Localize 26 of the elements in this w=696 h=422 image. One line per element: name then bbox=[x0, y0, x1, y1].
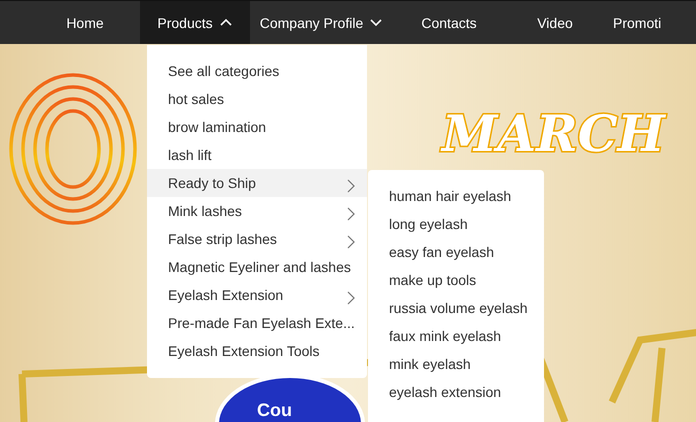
menu-item[interactable]: Pre-made Fan Eyelash Exte... bbox=[147, 309, 367, 337]
nav-link[interactable]: Home bbox=[30, 1, 140, 44]
nav-link[interactable]: Promoti bbox=[605, 1, 662, 44]
menu-item[interactable]: mink eyelash bbox=[368, 350, 544, 378]
menu-item[interactable]: Ready to Ship bbox=[147, 169, 367, 197]
menu-item[interactable]: eyelash extension bbox=[368, 378, 544, 406]
menu-item[interactable]: easy fan eyelash bbox=[368, 238, 544, 266]
menu-item[interactable]: Mink lashes bbox=[147, 197, 367, 225]
menu-item[interactable]: make up tools bbox=[368, 266, 544, 294]
nav-link[interactable]: Contacts bbox=[393, 1, 505, 44]
menu-item[interactable]: False strip lashes bbox=[147, 225, 367, 253]
menu-item[interactable]: russia volume eyelash bbox=[368, 294, 544, 322]
menu-item[interactable]: human hair eyelash bbox=[368, 182, 544, 210]
nav-link[interactable]: Company Profile bbox=[250, 1, 393, 44]
menu-item[interactable]: Magnetic Eyeliner and lashes bbox=[147, 253, 367, 281]
march-heading: MARCH bbox=[442, 106, 665, 161]
menu-item[interactable]: Eyelash Extension Tools bbox=[147, 337, 367, 365]
menu-item[interactable]: See all categories bbox=[147, 57, 367, 85]
menu-item[interactable]: brow lamination bbox=[147, 113, 367, 141]
menu-item[interactable]: hot sales bbox=[147, 85, 367, 113]
nav-link[interactable]: Video bbox=[505, 1, 605, 44]
menu-item[interactable]: faux mink eyelash bbox=[368, 322, 544, 350]
menu-item[interactable]: long eyelash bbox=[368, 210, 544, 238]
nav-link[interactable]: Products bbox=[140, 1, 250, 44]
menu-item[interactable]: Eyelash Extension bbox=[147, 281, 367, 309]
menu-item[interactable]: lash lift bbox=[147, 141, 367, 169]
